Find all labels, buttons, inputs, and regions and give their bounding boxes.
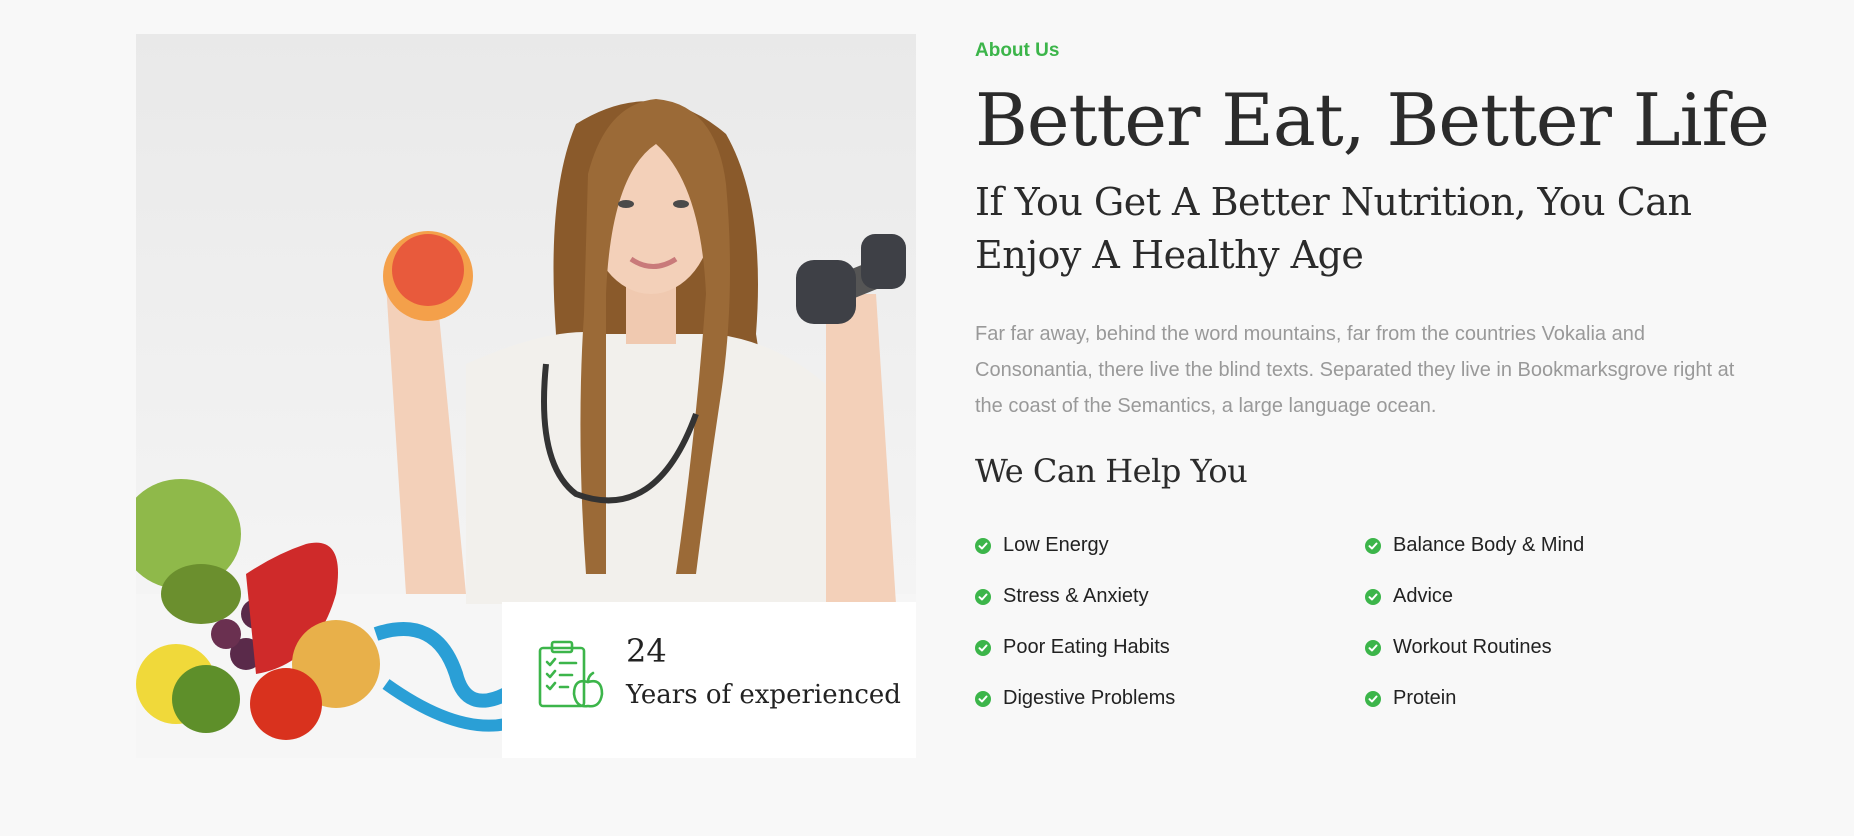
list-item: Digestive Problems xyxy=(975,687,1175,710)
feature-label: Stress & Anxiety xyxy=(1003,585,1149,607)
check-circle-icon xyxy=(975,639,991,656)
check-circle-icon xyxy=(975,690,991,707)
feature-label: Low Energy xyxy=(1003,534,1109,556)
check-circle-icon xyxy=(975,537,991,554)
feature-label: Advice xyxy=(1393,585,1454,607)
page-title: Better Eat, Better Life xyxy=(975,78,1770,162)
experience-years: 24 xyxy=(626,632,667,670)
help-heading: We Can Help You xyxy=(975,452,1248,490)
check-circle-icon xyxy=(1365,690,1381,707)
feature-label: Digestive Problems xyxy=(1003,687,1176,709)
list-item: Advice xyxy=(1365,585,1453,608)
check-circle-icon xyxy=(1365,639,1381,656)
check-circle-icon xyxy=(1365,588,1381,605)
check-circle-icon xyxy=(975,588,991,605)
list-item: Workout Routines xyxy=(1365,636,1552,659)
section-description: Far far away, behind the word mountains,… xyxy=(975,323,1735,417)
list-item: Stress & Anxiety xyxy=(975,585,1149,608)
list-item: Balance Body & Mind xyxy=(1365,534,1584,557)
check-circle-icon xyxy=(1365,537,1381,554)
clipboard-apple-icon xyxy=(536,638,608,710)
section-eyebrow: About Us xyxy=(975,40,1060,61)
section-subtitle: If You Get A Better Nutrition, You Can E… xyxy=(975,180,1692,277)
feature-label: Poor Eating Habits xyxy=(1003,636,1170,658)
experience-label: Years of experienced xyxy=(626,680,901,710)
list-item: Poor Eating Habits xyxy=(975,636,1170,659)
feature-label: Workout Routines xyxy=(1393,636,1552,658)
feature-label: Protein xyxy=(1393,687,1457,709)
list-item: Low Energy xyxy=(975,534,1109,557)
list-item: Protein xyxy=(1365,687,1456,710)
feature-label: Balance Body & Mind xyxy=(1393,534,1585,556)
